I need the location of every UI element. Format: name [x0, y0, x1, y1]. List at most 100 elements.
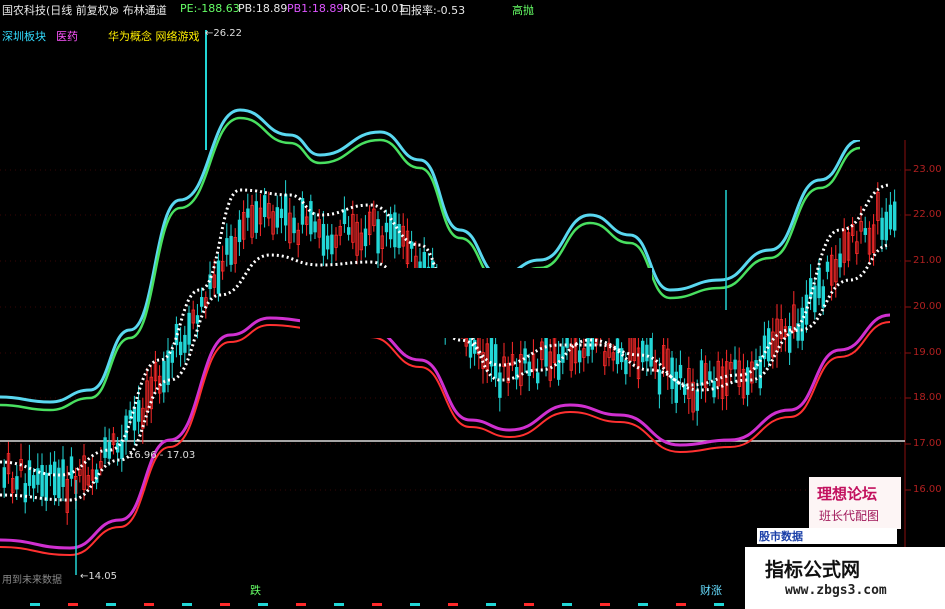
indicator-icon: ⊗ — [110, 4, 123, 17]
candle-body — [61, 459, 65, 487]
forum-name: 理想论坛 — [817, 485, 878, 503]
indicator-label: 布林通道 — [122, 4, 167, 17]
price-tick: 16.00 — [913, 484, 942, 495]
candle-body — [813, 285, 817, 313]
signal-marker — [410, 603, 420, 606]
candle-body — [422, 251, 426, 270]
redacted-area-middle — [300, 268, 652, 338]
candle-body — [536, 372, 540, 384]
die-signal-label: 跌 — [250, 584, 261, 597]
candle-body — [384, 222, 389, 233]
signal-marker — [334, 603, 344, 606]
candle-body — [279, 208, 284, 219]
zhang-signal-label: 财涨 — [700, 584, 722, 597]
candle-body — [195, 315, 200, 324]
candle-body — [48, 464, 53, 475]
signal-marker — [144, 603, 154, 606]
low-price-value: 14.05 — [88, 571, 118, 582]
candle-body — [388, 214, 393, 240]
candle-body — [23, 483, 27, 503]
candle-body — [162, 360, 166, 393]
candle-body — [69, 456, 74, 479]
candle-body — [330, 234, 334, 255]
industry-tag[interactable]: 医药 — [56, 28, 78, 44]
signal-marker — [30, 603, 40, 606]
site-name: 指标公式网 — [765, 559, 861, 581]
candle-body — [825, 261, 830, 272]
candle-body — [472, 340, 477, 354]
roe-value: ROE:-10.01 — [343, 2, 406, 15]
price-tick: 21.00 — [913, 255, 942, 266]
candle-body — [199, 297, 204, 307]
price-tick: 22.00 — [913, 209, 942, 220]
forum-subtitle: 班长代配图 — [819, 509, 880, 523]
candle-body — [515, 366, 519, 380]
small-banner-text: 股市数据 — [759, 530, 803, 543]
signal-marker — [182, 603, 192, 606]
signal-marker — [524, 603, 534, 606]
signal-marker — [638, 603, 648, 606]
candle-body — [641, 340, 645, 363]
signal-marker — [68, 603, 78, 606]
sector-tag[interactable]: 深圳板块 — [2, 28, 46, 44]
site-watermark: 指标公式网 www.zbgs3.com — [745, 547, 945, 609]
indicator-name[interactable]: ⊗ 布林通道 — [110, 2, 167, 18]
candle-body — [95, 469, 99, 483]
candle-body — [493, 344, 498, 379]
price-tick: 19.00 — [913, 347, 942, 358]
candle-body — [615, 338, 620, 365]
signal-marker — [562, 603, 572, 606]
candle-body — [498, 372, 502, 398]
signal-marker — [106, 603, 116, 606]
candle-body — [136, 400, 141, 422]
candle-body — [107, 441, 111, 459]
candle-body — [527, 361, 531, 376]
candle-body — [363, 228, 368, 247]
candle-body — [708, 371, 712, 381]
candle-body — [800, 307, 804, 341]
candle-body — [880, 217, 884, 240]
forum-watermark: 理想论坛 班长代配图 — [809, 477, 901, 529]
candle-body — [468, 336, 473, 358]
candle-body — [649, 332, 653, 367]
signal-marker — [372, 603, 382, 606]
high-price-label: ←26.22 — [205, 28, 242, 39]
candle-body — [44, 472, 48, 501]
candle-body — [809, 278, 813, 299]
candle-body — [246, 208, 250, 218]
candle-body — [254, 201, 258, 233]
signal-marker — [296, 603, 306, 606]
candle-body — [283, 194, 288, 226]
candle-body — [678, 364, 683, 379]
candle-body — [57, 467, 61, 498]
candle-body — [376, 219, 380, 254]
candle-body — [893, 201, 897, 231]
candle-body — [313, 221, 317, 233]
signal-marker — [600, 603, 610, 606]
high-sell-label: 高抛 — [512, 4, 534, 17]
stock-title: 国农科技(日线 前复权) — [2, 4, 114, 17]
candle-body — [183, 334, 187, 353]
candle-body — [229, 235, 233, 265]
candle-body — [544, 334, 548, 367]
pb1-value: PB1:18.89 — [287, 2, 344, 15]
price-tick: 20.00 — [913, 301, 942, 312]
price-tick: 17.00 — [913, 438, 942, 449]
candle-body — [237, 219, 242, 243]
candle-body — [767, 328, 771, 362]
candle-body — [863, 228, 867, 235]
concept-tag[interactable]: 华为概念 网络游戏 — [108, 28, 200, 44]
candle-body — [27, 460, 32, 486]
candle-body — [578, 350, 582, 363]
signal-marker — [258, 603, 268, 606]
candle-body — [838, 253, 842, 268]
candle-body — [15, 476, 19, 490]
price-tick: 18.00 — [913, 392, 942, 403]
candle-body — [796, 323, 800, 341]
candle-body — [275, 207, 279, 228]
return-rate-value: 回报率:-0.53 — [400, 4, 466, 17]
candle-body — [884, 211, 888, 241]
candle-body — [103, 437, 107, 458]
candle-body — [674, 371, 678, 403]
signal-marker — [220, 603, 230, 606]
